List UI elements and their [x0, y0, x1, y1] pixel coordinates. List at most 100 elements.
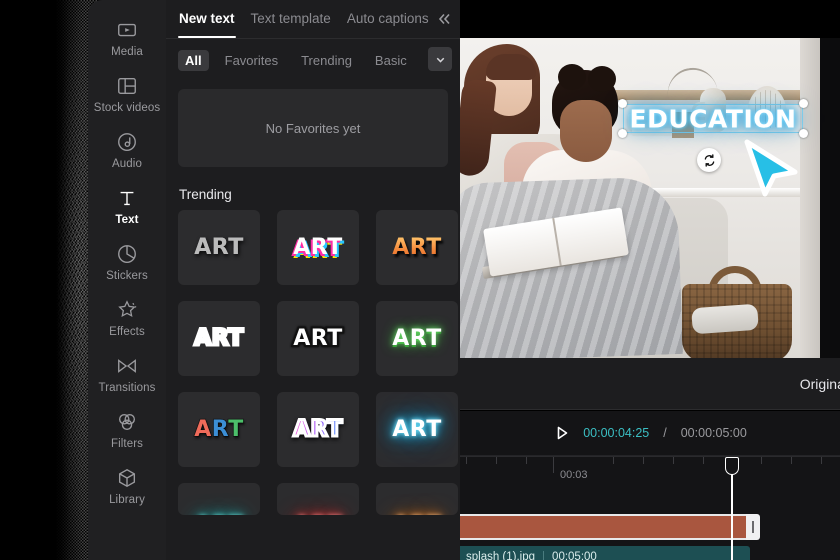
playhead-handle[interactable]: [725, 457, 739, 475]
sidebar-label-text: Text: [115, 214, 139, 226]
library-icon: [116, 467, 138, 489]
scene-woman-hair-top: [486, 54, 536, 80]
ruler-label-00-03: 00:03: [560, 469, 588, 481]
text-style-preview-label: ART: [392, 325, 442, 351]
resize-handle-top-left[interactable]: [618, 99, 627, 108]
ruler-tick: [466, 457, 467, 464]
panel-tab-divider: [166, 38, 460, 39]
current-time-display: 00:00:04:25: [583, 426, 650, 440]
scene-child-face: [560, 100, 612, 162]
ruler-tick: [761, 457, 762, 464]
text-style-white-outline[interactable]: ART: [178, 301, 260, 376]
text-panel: New text Text template Auto captions All…: [166, 0, 460, 560]
resize-handle-bottom-right[interactable]: [799, 129, 808, 138]
sidebar-item-filters[interactable]: Filters: [88, 402, 166, 458]
clip-trim-handle-right[interactable]: [746, 514, 760, 540]
sidebar-label-library: Library: [109, 494, 145, 506]
timeline-ruler[interactable]: 00:03: [460, 456, 840, 498]
video-preview[interactable]: EDUCATION: [460, 38, 840, 358]
text-overlay-selection[interactable]: EDUCATION: [618, 99, 808, 138]
properties-bar: Original: [460, 358, 840, 410]
tab-new-text[interactable]: New text: [178, 11, 236, 38]
chip-all[interactable]: All: [178, 50, 209, 71]
effects-icon: [116, 299, 138, 321]
text-style-preview-label: ART: [193, 325, 245, 351]
ruler-tick: [643, 457, 644, 464]
preview-letterbox-right: [820, 38, 840, 358]
text-style-orange-neon[interactable]: ART: [376, 483, 458, 515]
stickers-icon: [116, 243, 138, 265]
favorites-empty-label: No Favorites yet: [265, 120, 361, 136]
scene-right-wall: [800, 38, 820, 358]
text-style-purple-gradient[interactable]: ART: [277, 392, 359, 467]
chip-trending[interactable]: Trending: [294, 50, 359, 71]
chip-favorites[interactable]: Favorites: [218, 50, 285, 71]
chip-basic[interactable]: Basic: [368, 50, 414, 71]
clip-filename: splash (1).jpg: [466, 551, 536, 560]
timeline-tracks: splash (1).jpg 00:05:00: [460, 498, 840, 560]
text-style-preview-label: ART: [194, 416, 244, 442]
text-style-rgb-letters[interactable]: ART: [178, 392, 260, 467]
panel-tab-bar: New text Text template Auto captions: [166, 0, 460, 38]
ruler-tick: [496, 457, 497, 464]
properties-label-original[interactable]: Original: [800, 376, 840, 392]
sidebar-item-transitions[interactable]: Transitions: [88, 346, 166, 402]
scene-child-bun-right: [588, 66, 616, 92]
text-style-teal-neon[interactable]: ART: [178, 483, 260, 515]
timeline-controls: 00:00:04:25 / 00:00:05:00: [460, 411, 840, 456]
video-clip-selected[interactable]: [460, 514, 750, 540]
sidebar-label-filters: Filters: [110, 438, 143, 450]
total-time-display: 00:00:05:00: [680, 426, 747, 440]
text-style-blue-neon[interactable]: ART: [376, 392, 458, 467]
filters-icon: [116, 411, 138, 433]
resize-handle-bottom-left[interactable]: [618, 129, 627, 138]
text-style-preview-label: ART: [293, 234, 343, 260]
transitions-icon: [116, 355, 138, 377]
section-title-trending: Trending: [179, 187, 232, 202]
sidebar-label-effects: Effects: [109, 326, 145, 338]
ruler-tick: [526, 457, 527, 464]
text-style-preview-label: ART: [292, 416, 344, 442]
sidebar-label-transitions: Transitions: [98, 382, 156, 394]
sidebar-item-stickers[interactable]: Stickers: [88, 234, 166, 290]
video-editor-window: Media Stock videos Audio Text Stickers E…: [0, 0, 840, 560]
stock-videos-icon: [116, 75, 138, 97]
media-icon: [116, 19, 138, 41]
text-style-green-glow[interactable]: ART: [376, 301, 458, 376]
text-style-red-neon[interactable]: ART: [277, 483, 359, 515]
text-style-black-outline[interactable]: ART: [277, 301, 359, 376]
sidebar-item-audio[interactable]: Audio: [88, 122, 166, 178]
sidebar-item-effects[interactable]: Effects: [88, 290, 166, 346]
ruler-tick: [791, 457, 792, 464]
media-clip-row[interactable]: splash (1).jpg 00:05:00: [460, 546, 750, 560]
left-sidebar: Media Stock videos Audio Text Stickers E…: [88, 0, 166, 560]
text-style-orange-gradient[interactable]: ART: [376, 210, 458, 285]
text-style-preview-label: ART: [291, 325, 344, 351]
sidebar-label-audio: Audio: [112, 158, 142, 170]
scene-basket-cloth: [691, 303, 759, 335]
text-icon: [116, 187, 138, 209]
text-style-silver[interactable]: ART: [178, 210, 260, 285]
sidebar-item-text[interactable]: Text: [88, 178, 166, 234]
sidebar-item-media[interactable]: Media: [88, 10, 166, 66]
text-style-preview-label: ART: [194, 234, 244, 260]
chevron-down-icon[interactable]: [428, 47, 452, 71]
text-style-preview-label: ART: [392, 416, 442, 442]
rotate-handle-icon[interactable]: [697, 148, 721, 172]
double-chevron-left-icon[interactable]: [434, 9, 454, 29]
favorites-empty-state: No Favorites yet: [178, 89, 448, 167]
sidebar-label-stock-videos: Stock videos: [93, 102, 161, 114]
ruler-tick: [613, 457, 614, 464]
play-icon[interactable]: [553, 424, 571, 442]
timeline-playhead[interactable]: [725, 457, 739, 560]
tab-auto-captions[interactable]: Auto captions: [347, 11, 429, 28]
ruler-tick: [821, 457, 822, 464]
sidebar-item-stock-videos[interactable]: Stock videos: [88, 66, 166, 122]
text-style-glitch[interactable]: ART: [277, 210, 359, 285]
tab-text-template[interactable]: Text template: [251, 11, 331, 28]
ruler-tick: [673, 457, 674, 464]
clip-label-divider: [543, 551, 545, 560]
audio-icon: [116, 131, 138, 153]
resize-handle-top-right[interactable]: [799, 99, 808, 108]
sidebar-item-library[interactable]: Library: [88, 458, 166, 514]
